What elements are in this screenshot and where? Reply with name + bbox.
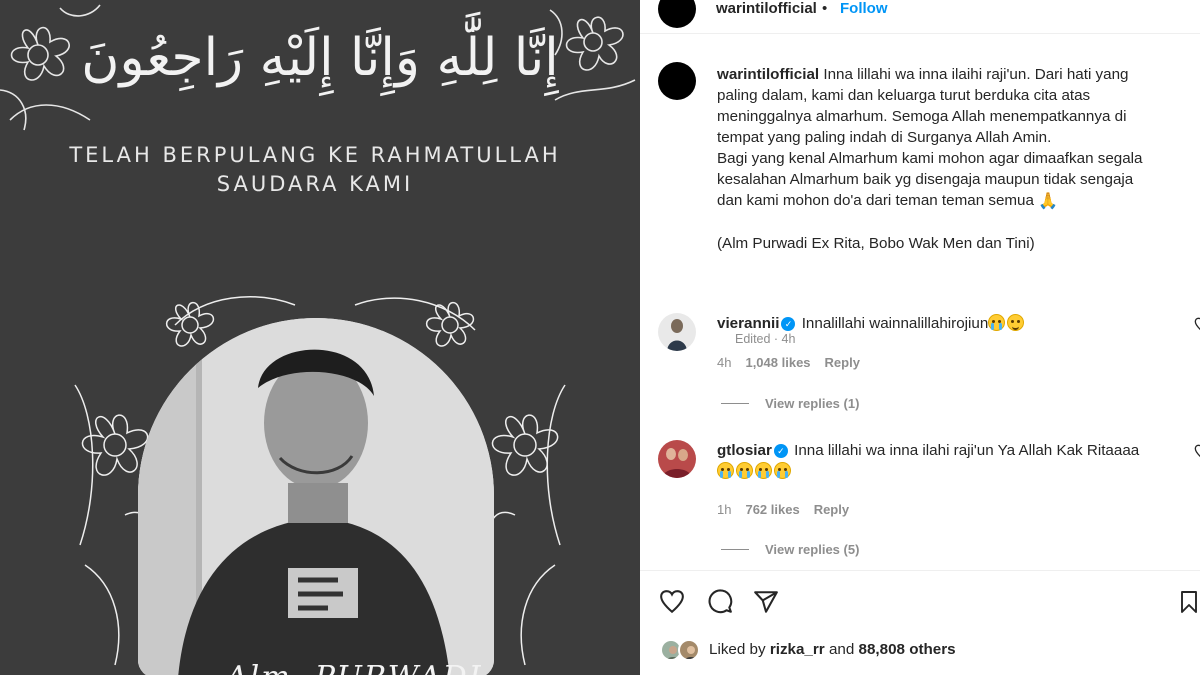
comment-meta: 4h 1,048 likes Reply bbox=[717, 355, 874, 370]
caption-avatar[interactable] bbox=[658, 62, 696, 100]
comment-username[interactable]: vierannii bbox=[717, 315, 779, 332]
comment-time: 1h bbox=[717, 502, 732, 517]
caption-line: paling dalam, kami dan keluarga turut be… bbox=[717, 87, 1091, 104]
commenter-avatar[interactable] bbox=[658, 440, 696, 478]
bookmark-icon[interactable] bbox=[1177, 589, 1200, 615]
heart-icon[interactable] bbox=[1194, 317, 1200, 333]
header-username[interactable]: warintilofficial bbox=[716, 0, 817, 17]
reply-button[interactable]: Reply bbox=[814, 502, 849, 517]
caption-line: dan kami mohon do'a dari teman teman sem… bbox=[717, 192, 1034, 209]
deceased-name: Alm. PURWADI bbox=[226, 660, 483, 675]
post-header: warintilofficial • Follow bbox=[640, 0, 1200, 34]
likes-and: and bbox=[828, 641, 855, 658]
reply-button[interactable]: Reply bbox=[825, 355, 860, 370]
comment-username[interactable]: gtlosiar bbox=[717, 442, 772, 459]
heart-icon[interactable] bbox=[1194, 444, 1200, 460]
comment-body: Inna lillahi wa inna ilahi raji'un Ya Al… bbox=[794, 442, 1140, 459]
view-replies-label: View replies (5) bbox=[765, 542, 860, 557]
view-replies-button[interactable]: View replies (1) bbox=[721, 396, 859, 411]
announcement-line-1: TELAH BERPULANG KE RAHMATULLAH bbox=[69, 143, 561, 167]
crying-emoji-icon bbox=[755, 462, 772, 479]
caption-text: warintilofficial Inna lillahi wa inna il… bbox=[717, 64, 1187, 254]
caption-line: Bagi yang kenal Almarhum kami mohon agar… bbox=[717, 150, 1143, 167]
heart-icon[interactable] bbox=[658, 589, 686, 615]
comment-icon[interactable] bbox=[706, 589, 734, 615]
caption-line: meninggalnya almarhum. Semoga Allah mene… bbox=[717, 108, 1127, 125]
likes-others[interactable]: 88,808 others bbox=[859, 641, 956, 658]
post-side-panel: warintilofficial • Follow warintiloffici… bbox=[640, 0, 1200, 675]
pray-emoji-icon: 🙏 bbox=[1038, 193, 1059, 210]
crying-emoji-icon bbox=[717, 462, 734, 479]
view-replies-label: View replies (1) bbox=[765, 396, 860, 411]
portrait-frame bbox=[138, 318, 494, 675]
likes-summary: Liked by rizka_rr and 88,808 others bbox=[709, 641, 956, 658]
post-image[interactable]: إِنَّا لِلَّٰهِ وَإِنَّا إِلَيْهِ رَاجِع… bbox=[0, 0, 640, 675]
view-replies-button[interactable]: View replies (5) bbox=[721, 542, 859, 557]
commenter-avatar[interactable] bbox=[658, 313, 696, 351]
verified-icon: ✓ bbox=[781, 317, 796, 331]
portrait-photo bbox=[138, 318, 494, 675]
post-actions: Liked by rizka_rr and 88,808 others bbox=[640, 570, 1200, 675]
verified-icon: ✓ bbox=[773, 444, 788, 458]
share-icon[interactable] bbox=[752, 589, 780, 615]
liker-avatar[interactable] bbox=[678, 639, 700, 661]
announcement-line-2: SAUDARA KAMI bbox=[216, 172, 414, 196]
liker-username[interactable]: rizka_rr bbox=[770, 641, 825, 658]
comment-likes[interactable]: 1,048 likes bbox=[745, 355, 810, 370]
separator-dot: • bbox=[822, 0, 828, 17]
caption-line: Inna lillahi wa inna ilaihi raji'un. Dar… bbox=[823, 66, 1129, 83]
caption-names: (Alm Purwadi Ex Rita, Bobo Wak Men dan T… bbox=[717, 235, 1035, 252]
edited-timestamp: Edited · 4h bbox=[735, 332, 796, 346]
replies-divider bbox=[721, 403, 749, 404]
likes-prefix: Liked by bbox=[709, 641, 766, 658]
crying-emoji-icon bbox=[988, 314, 1006, 331]
avatar[interactable] bbox=[658, 0, 696, 28]
liked-by-row: Liked by rizka_rr and 88,808 others bbox=[660, 639, 1190, 663]
comment-meta: 1h 762 likes Reply bbox=[717, 502, 863, 517]
caption-username[interactable]: warintilofficial bbox=[717, 66, 819, 83]
caption-line: kesalahan Almarhum baik yg disengaja mau… bbox=[717, 171, 1134, 188]
comment-likes[interactable]: 762 likes bbox=[745, 502, 799, 517]
comment-body: Innalillahi wainnalillahirojiun bbox=[801, 315, 989, 332]
smiling-emoji-icon bbox=[1007, 314, 1025, 331]
replies-divider bbox=[721, 549, 749, 550]
follow-button[interactable]: Follow bbox=[840, 0, 888, 17]
crying-emoji-icon bbox=[736, 462, 753, 479]
comment-text: gtlosiar ✓ Inna lillahi wa inna ilahi raj… bbox=[717, 440, 1157, 482]
comment-time: 4h bbox=[717, 355, 732, 370]
caption-line: tempat yang paling indah di Surganya All… bbox=[717, 129, 1052, 146]
crying-emoji-icon bbox=[774, 462, 791, 479]
comment-text: vierannii ✓ Innalillahi wainnalillahiroji… bbox=[717, 313, 1157, 334]
arabic-calligraphy: إِنَّا لِلَّٰهِ وَإِنَّا إِلَيْهِ رَاجِع… bbox=[81, 28, 559, 88]
